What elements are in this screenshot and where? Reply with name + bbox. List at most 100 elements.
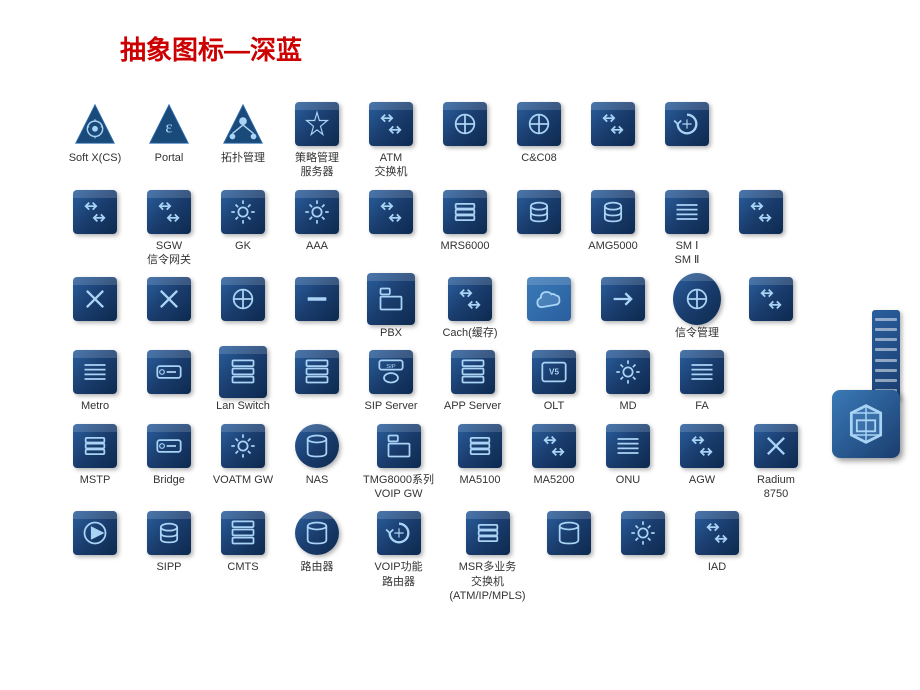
svg-text:ε: ε [165, 118, 172, 137]
row-3: PBX Cach(缓存) [60, 275, 910, 340]
agw-icon-item[interactable]: AGW [667, 422, 737, 487]
atm-label: ATM交换机 [375, 151, 408, 180]
ma5200-label: MA5200 [534, 473, 575, 487]
olt-icon-item[interactable]: OLT [519, 348, 589, 413]
amg5000-icon-item[interactable]: AMG5000 [578, 188, 648, 253]
cube9-icon-item[interactable] [652, 100, 722, 151]
gk-icon-item[interactable]: GK [208, 188, 278, 253]
cmts-icon-item[interactable]: CMTS [208, 509, 278, 574]
sigman-label: 信令管理 [675, 326, 719, 340]
cube8-icon-item[interactable] [578, 100, 648, 151]
ma5100-icon-item[interactable]: MA5100 [445, 422, 515, 487]
cube-r4-4[interactable] [282, 348, 352, 399]
cube-r3-1[interactable] [60, 275, 130, 326]
policy-icon-item[interactable]: 策略管理服务器 [282, 100, 352, 180]
router-icon-item[interactable]: 路由器 [282, 509, 352, 574]
row-1: Soft X(CS) ε Portal [60, 100, 910, 180]
agw-label: AGW [689, 473, 715, 487]
cube-r6-8[interactable] [608, 509, 678, 560]
iad-icon-item[interactable]: IAD [682, 509, 752, 574]
voip-label: VOIP功能路由器 [374, 560, 422, 589]
radium-icon-item[interactable]: Radium8750 [741, 422, 811, 502]
cube-r3-9[interactable] [736, 275, 806, 326]
policy-label: 策略管理服务器 [295, 151, 339, 180]
cmts-label: CMTS [227, 560, 258, 574]
onu-icon-item[interactable]: ONU [593, 422, 663, 487]
row-5: MSTP Bridge VOATM GW [60, 422, 910, 502]
nas-icon-item[interactable]: NAS [282, 422, 352, 487]
ma5200-icon-item[interactable]: MA5200 [519, 422, 589, 487]
nas-label: NAS [306, 473, 329, 487]
cnc08-label: C&C08 [521, 151, 556, 165]
cube-r3-2[interactable] [134, 275, 204, 326]
icon-grid: Soft X(CS) ε Portal [60, 100, 910, 611]
olt-label: OLT [544, 399, 565, 413]
pbx-label: PBX [380, 326, 402, 340]
cube-r4-2[interactable] [134, 348, 204, 399]
cube-r2-1[interactable] [60, 188, 130, 239]
onu-label: ONU [616, 473, 640, 487]
mstp-icon-item[interactable]: MSTP [60, 422, 130, 487]
mrs6000-label: MRS6000 [441, 239, 490, 253]
amg5000-label: AMG5000 [588, 239, 638, 253]
metro-icon-item[interactable]: Metro [60, 348, 130, 413]
row-2: SGW信令网关 GK AAA [60, 188, 910, 268]
cube-r3-3[interactable] [208, 275, 278, 326]
softx-icon-item[interactable]: Soft X(CS) [60, 100, 130, 165]
portal-icon-item[interactable]: ε Portal [134, 100, 204, 165]
aaa-icon-item[interactable]: AAA [282, 188, 352, 253]
cube-r2-7[interactable] [504, 188, 574, 239]
sipp-icon-item[interactable]: SIPP [134, 509, 204, 574]
radium-label: Radium8750 [757, 473, 795, 502]
msr-icon-item[interactable]: MSR多业务交换机(ATM/IP/MPLS) [445, 509, 530, 603]
cube-r6-7[interactable] [534, 509, 604, 560]
cube-r2-10[interactable] [726, 188, 796, 239]
cache-icon-item[interactable]: Cach(缓存) [430, 275, 510, 340]
tmg-icon-item[interactable]: TMG8000系列VOIP GW [356, 422, 441, 502]
aaa-label: AAA [306, 239, 328, 253]
pbx-icon-item[interactable]: PBX [356, 275, 426, 340]
page-title: 抽象图标—深蓝 [120, 30, 302, 67]
lanswitch-icon-item[interactable]: Lan Switch [208, 348, 278, 413]
cube-r2-5[interactable] [356, 188, 426, 239]
portal-label: Portal [155, 151, 184, 165]
fa-label: FA [695, 399, 708, 413]
bridge-icon-item[interactable]: Bridge [134, 422, 204, 487]
row-4: Metro Lan Switch [60, 348, 910, 413]
router-label: 路由器 [301, 560, 334, 574]
msr-label: MSR多业务交换机(ATM/IP/MPLS) [449, 560, 525, 603]
iolt-rack-icon [872, 310, 900, 400]
voip-icon-item[interactable]: VOIP功能路由器 [356, 509, 441, 589]
fa-icon-item[interactable]: FA [667, 348, 737, 413]
cnc08-icon-item[interactable]: C&C08 [504, 100, 574, 165]
sgw-label: SGW信令网关 [147, 239, 191, 268]
cube-r3-7[interactable] [588, 275, 658, 326]
voatm-icon-item[interactable]: VOATM GW [208, 422, 278, 487]
cube-r3-4[interactable] [282, 275, 352, 326]
appserver-icon-item[interactable]: APP Server [430, 348, 515, 413]
tmg-label: TMG8000系列VOIP GW [363, 473, 434, 502]
sigman-icon-item[interactable]: 信令管理 [662, 275, 732, 340]
mstp-label: MSTP [80, 473, 111, 487]
sipserver-label: SIP Server [365, 399, 418, 413]
sgw-icon-item[interactable]: SGW信令网关 [134, 188, 204, 268]
sm-label: SM ⅠSM Ⅱ [675, 239, 700, 268]
row-6: SIPP CMTS 路由器 [60, 509, 910, 603]
cloud-icon-item[interactable] [514, 275, 584, 326]
atm-icon-item[interactable]: ATM交换机 [356, 100, 426, 180]
md-label: MD [619, 399, 636, 413]
voatm-label: VOATM GW [213, 473, 273, 487]
topo-icon-item[interactable]: 拓扑管理 [208, 100, 278, 165]
cache-label: Cach(缓存) [442, 326, 497, 340]
md-icon-item[interactable]: MD [593, 348, 663, 413]
gk-label: GK [235, 239, 251, 253]
appserver-label: APP Server [444, 399, 501, 413]
cube6-icon-item[interactable] [430, 100, 500, 151]
sm-icon-item[interactable]: SM ⅠSM Ⅱ [652, 188, 722, 268]
sipserver-icon-item[interactable]: SIP Server [356, 348, 426, 413]
big-cube-icon [832, 390, 900, 458]
mrs6000-icon-item[interactable]: MRS6000 [430, 188, 500, 253]
bridge-label: Bridge [153, 473, 185, 487]
big-icon-container[interactable] [832, 390, 900, 458]
play-icon-item[interactable] [60, 509, 130, 560]
